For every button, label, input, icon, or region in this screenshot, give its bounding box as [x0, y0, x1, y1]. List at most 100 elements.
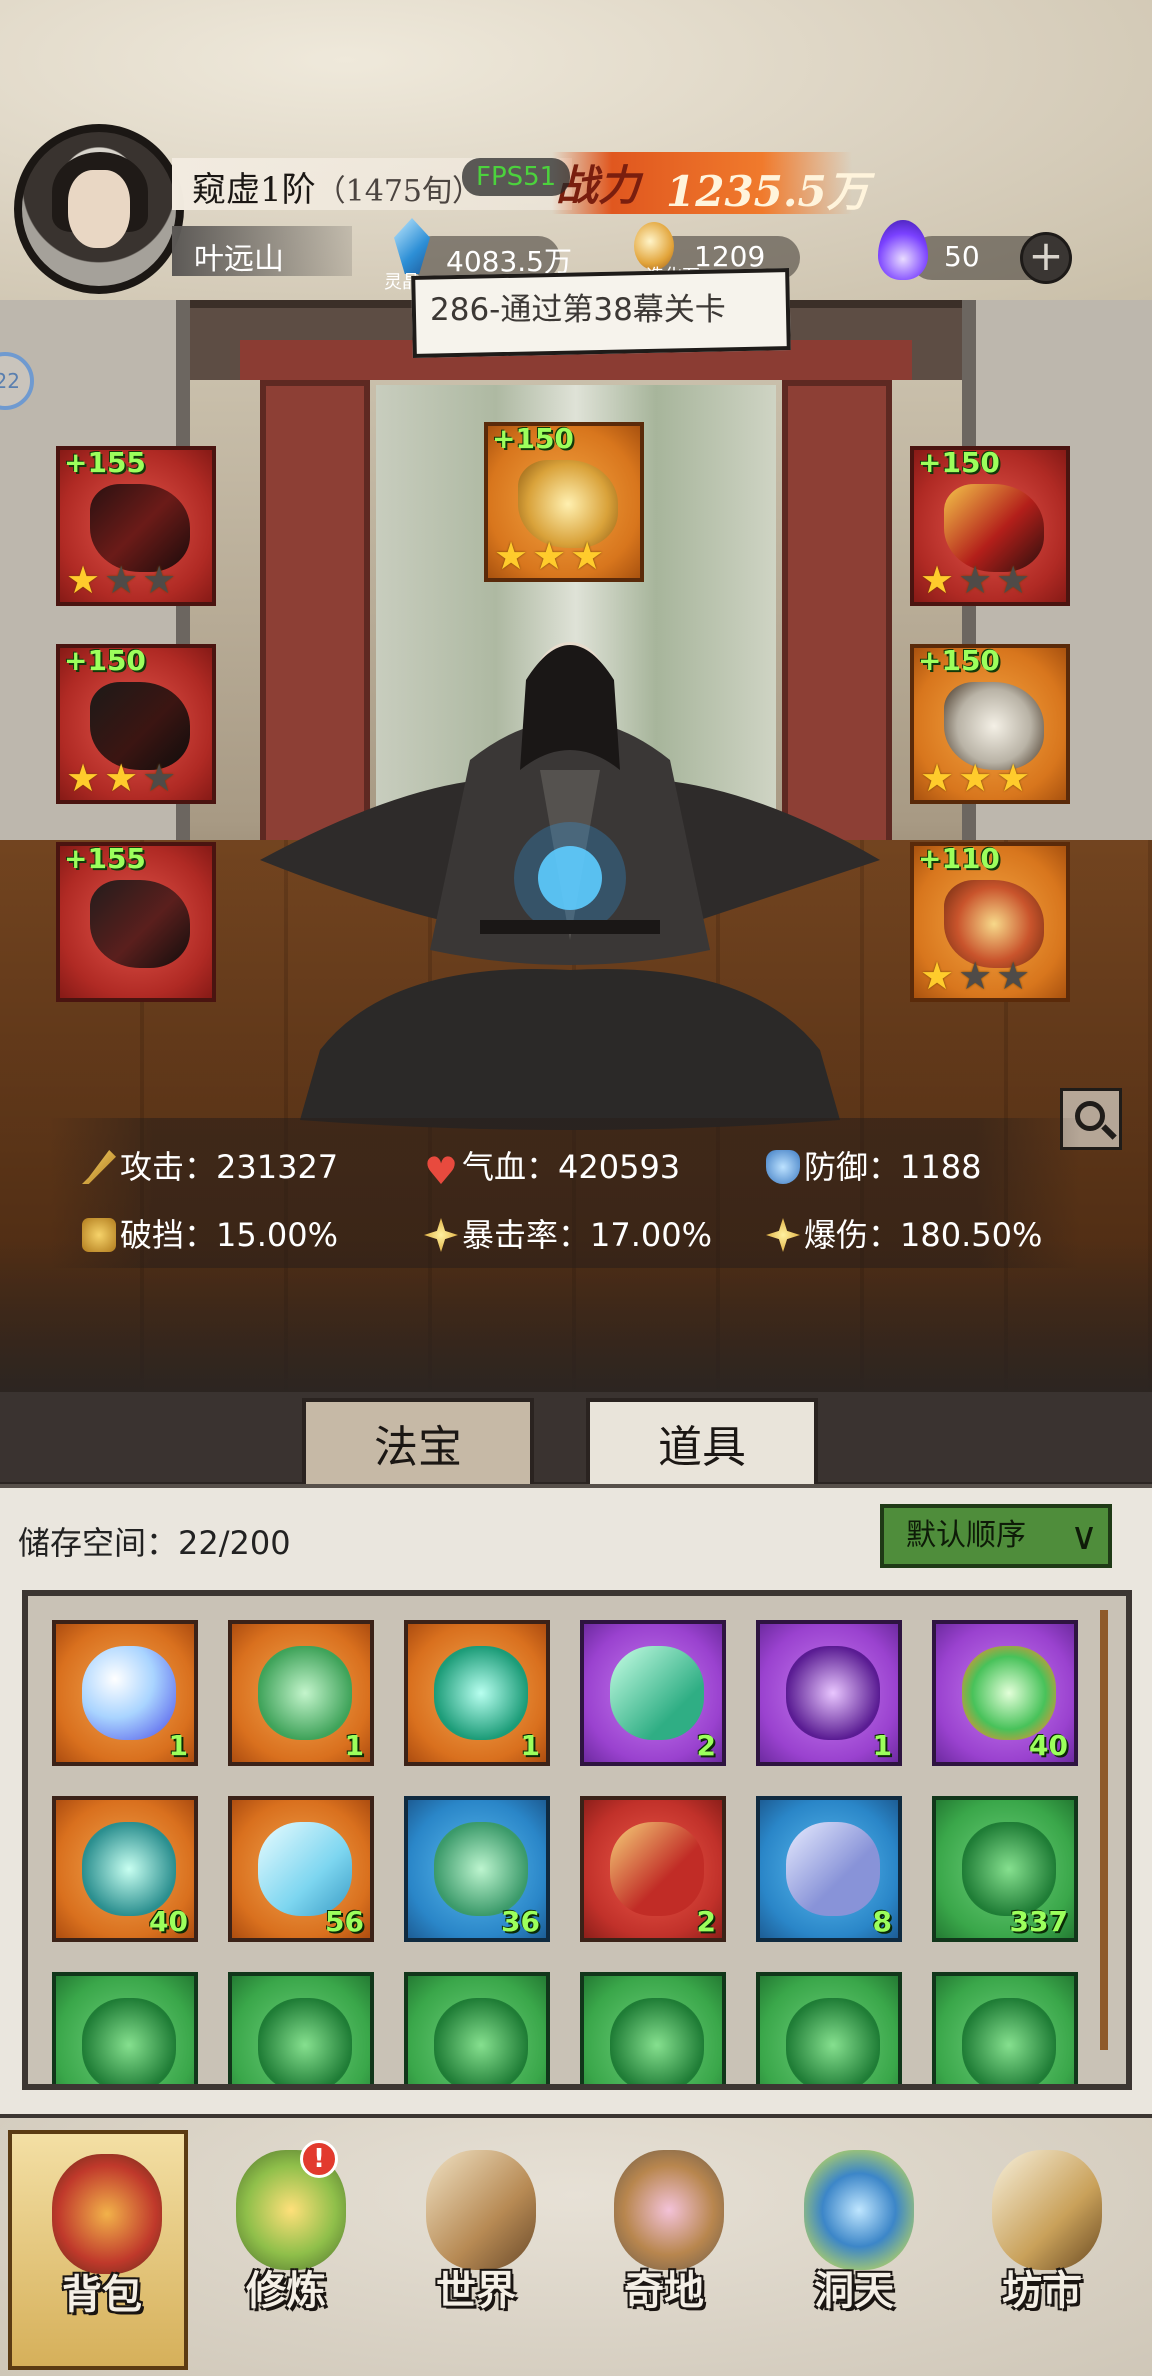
nav-pagoda-island[interactable]: 奇地 [574, 2130, 754, 2370]
chevron-down-icon: ∨ [1070, 1514, 1098, 1558]
world-scroll-icon [426, 2150, 536, 2270]
inventory-item[interactable]: 40 [52, 1796, 198, 1942]
nav-cultivation-flower[interactable]: 修炼 [196, 2130, 376, 2370]
item-count: 1 [344, 1729, 364, 1762]
inventory-item[interactable]: 337 [932, 1796, 1078, 1942]
wind-swirl-icon [82, 1822, 176, 1916]
tab-treasures[interactable]: 法宝 [302, 1398, 534, 1490]
market-stall-icon [992, 2150, 1102, 2270]
stat-break: 破挡：15.00% [82, 1210, 338, 1256]
tab-items[interactable]: 道具 [586, 1398, 818, 1490]
backpack-icon [52, 2154, 162, 2274]
hero-character [260, 642, 880, 1130]
nav-market-stall[interactable]: 坊市 [952, 2130, 1132, 2370]
star-rating: ★ ★ ★ [66, 560, 176, 600]
nav-backpack[interactable]: 背包 [8, 2130, 188, 2370]
nav-portal[interactable]: 洞天 [764, 2130, 944, 2370]
nav-label: 修炼 [246, 2267, 326, 2314]
pagoda-island-icon [614, 2150, 724, 2270]
inventory-item[interactable] [580, 1972, 726, 2084]
magnifier-handle [1101, 1124, 1117, 1140]
equip-slot-necklace[interactable]: +150 ★ ★ ★ [910, 644, 1070, 804]
nav-label: 背包 [62, 2271, 142, 2318]
slot-bonus: +110 [918, 842, 1000, 875]
inventory-item[interactable]: 1 [52, 1620, 198, 1766]
jade-leaf-icon [258, 1646, 352, 1740]
player-name: 叶远山 [194, 242, 284, 277]
star-icon: ★ [66, 558, 101, 602]
crit-icon [424, 1218, 458, 1252]
stat-hp-text: 气血：420593 [462, 1148, 681, 1186]
green-gem-icon [786, 1998, 880, 2084]
inventory-item[interactable]: 1 [756, 1620, 902, 1766]
nav-label: 世界 [436, 2267, 516, 2314]
inventory-item[interactable]: 56 [228, 1796, 374, 1942]
lightning-orb-icon [962, 1646, 1056, 1740]
inventory-item[interactable] [404, 1972, 550, 2084]
crystal-orb-icon [82, 1646, 176, 1740]
item-count: 2 [696, 1905, 716, 1938]
jade-shard-icon [610, 1646, 704, 1740]
star-icon: ★ [958, 756, 993, 800]
equip-slot-weapon[interactable]: +155 ★ ★ ★ [56, 446, 216, 606]
inventory-item[interactable]: 2 [580, 1620, 726, 1766]
flame-value: 50 [944, 240, 980, 273]
inventory-item[interactable]: 1 [404, 1620, 550, 1766]
item-count: 40 [149, 1905, 188, 1938]
star-icon: ★ [920, 558, 955, 602]
jade-swirl-icon [434, 1646, 528, 1740]
boots-icon [90, 880, 190, 968]
stat-hp: ♥ 气血：420593 [424, 1142, 681, 1190]
star-icon: ★ [532, 534, 567, 578]
avatar-face [68, 170, 130, 248]
sort-dropdown[interactable]: 默认顺序 ∨ [880, 1504, 1112, 1568]
nav-world-scroll[interactable]: 世界 [386, 2130, 566, 2370]
star-icon: ★ [104, 756, 139, 800]
equip-slot-talisman[interactable]: +150 ★ ★ ★ [484, 422, 644, 582]
silver-token-icon [786, 1822, 880, 1916]
slot-bonus: +150 [64, 644, 146, 677]
inventory-item[interactable]: 8 [756, 1796, 902, 1942]
stat-attack-text: 攻击：231327 [120, 1148, 339, 1186]
inventory-item[interactable] [52, 1972, 198, 2084]
add-resource-button[interactable]: + [1020, 232, 1072, 284]
equip-slot-boots[interactable]: +155 [56, 842, 216, 1002]
stat-defense-text: 防御：1188 [804, 1148, 982, 1186]
equip-slot-armor[interactable]: +150 ★ ★ ★ [56, 644, 216, 804]
item-count: 8 [872, 1905, 892, 1938]
cultivation-alert-badge: ! [300, 2140, 338, 2178]
item-count: 36 [501, 1905, 540, 1938]
inventory-item[interactable] [228, 1972, 374, 2084]
green-gem-icon [258, 1998, 352, 2084]
break-icon [82, 1218, 116, 1252]
star-rating: ★ ★ ★ [920, 560, 1030, 600]
stat-crit-dmg-text: 爆伤：180.50% [804, 1216, 1043, 1254]
slot-bonus: +155 [64, 446, 146, 479]
star-icon: ★ [958, 558, 993, 602]
inventory-item[interactable]: 36 [404, 1796, 550, 1942]
inventory-grid[interactable]: 1 1 1 2 1 40 40 56 36 2 8 337 [22, 1590, 1132, 2090]
inventory-item[interactable]: 2 [580, 1796, 726, 1942]
inventory-item[interactable] [932, 1972, 1078, 2084]
item-count: 1 [872, 1729, 892, 1762]
nav-label: 奇地 [624, 2267, 704, 2314]
star-icon: ★ [142, 558, 177, 602]
slot-bonus: +150 [492, 422, 574, 455]
realm-name: 窥虚1阶 [192, 170, 316, 210]
inventory-item[interactable] [756, 1972, 902, 2084]
player-avatar[interactable] [14, 124, 184, 294]
equip-slot-ring[interactable]: +110 ★ ★ ★ [910, 842, 1070, 1002]
star-icon: ★ [570, 534, 605, 578]
green-gem-icon [82, 1998, 176, 2084]
red-talisman-icon [610, 1822, 704, 1916]
item-count: 2 [696, 1729, 716, 1762]
star-rating: ★ ★ ★ [494, 536, 604, 576]
inventory-item[interactable]: 1 [228, 1620, 374, 1766]
inventory-scrollbar[interactable] [1100, 1610, 1108, 2050]
player-realm: 窥虚1阶（1475旬） [192, 162, 482, 211]
inventory-item[interactable]: 40 [932, 1620, 1078, 1766]
equip-slot-headband[interactable]: +150 ★ ★ ★ [910, 446, 1070, 606]
star-icon: ★ [920, 756, 955, 800]
shield-icon [766, 1150, 800, 1184]
slot-bonus: +155 [64, 842, 146, 875]
